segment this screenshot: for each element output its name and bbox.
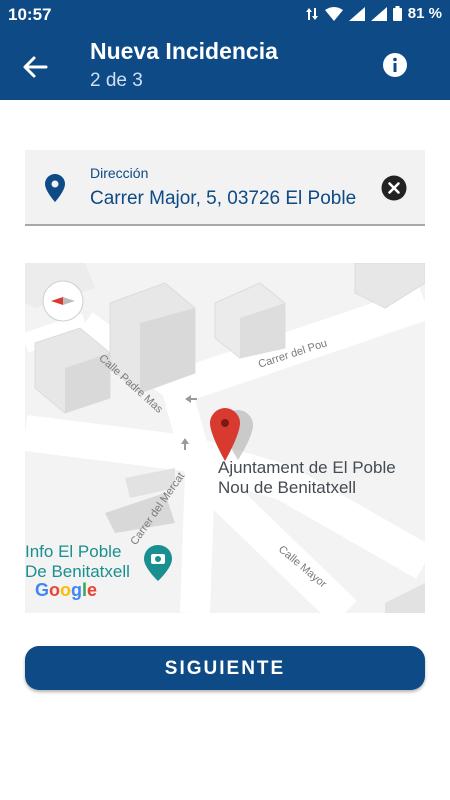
poi-line: De Benitatxell (25, 562, 130, 581)
poi-line: Ajuntament de El Poble (218, 458, 396, 477)
google-logo: Google (35, 580, 98, 600)
battery-percent: 81 % (407, 5, 442, 22)
step-indicator: 2 de 3 (90, 70, 143, 91)
next-button[interactable]: SIGUIENTE (25, 646, 425, 690)
status-time: 10:57 (8, 5, 52, 24)
address-value[interactable]: Carrer Major, 5, 03726 El Poble (90, 188, 356, 210)
address-label: Dirección (90, 165, 149, 181)
info-icon[interactable] (382, 52, 408, 78)
poi-label-info: Info El Poble De Benitatxell (25, 542, 130, 582)
poi-label: Ajuntament de El Poble Nou de Benitatxel… (218, 458, 396, 498)
signal-2-icon (370, 6, 387, 21)
status-bar: 10:57 81 % (0, 0, 450, 30)
signal-icon (348, 6, 365, 21)
clear-icon[interactable] (381, 175, 407, 201)
data-arrows-icon (305, 7, 318, 20)
battery-icon (392, 6, 402, 21)
back-arrow-icon[interactable] (20, 52, 50, 82)
poi-line: Nou de Benitatxell (218, 478, 356, 497)
wifi-icon (324, 6, 343, 21)
address-field[interactable]: Dirección Carrer Major, 5, 03726 El Pobl… (25, 150, 425, 226)
page-title: Nueva Incidencia (90, 38, 278, 64)
poi-line: Info El Poble (25, 542, 122, 561)
location-pin-icon (45, 174, 65, 202)
status-icons: 81 % (305, 5, 442, 22)
map-view[interactable]: Carrer del Pou Calle Padre Mas Carrer de… (25, 263, 425, 613)
app-bar: Nueva Incidencia 2 de 3 (0, 30, 450, 100)
